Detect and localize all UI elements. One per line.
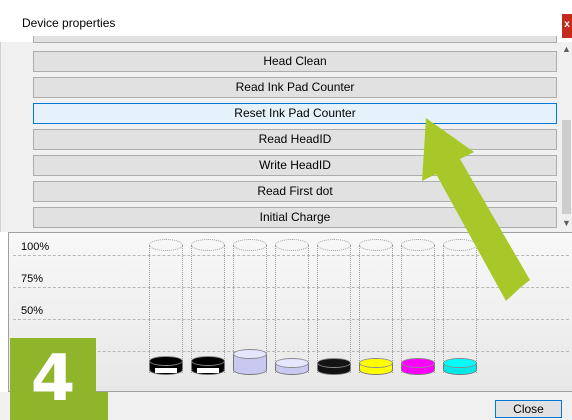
ink-tank	[149, 239, 183, 379]
ink-tank	[191, 239, 225, 379]
read-ink-pad-counter-button[interactable]: Read Ink Pad Counter	[33, 77, 557, 98]
ink-fluid-surface	[443, 358, 477, 368]
command-panel: Head Clean Read Ink Pad Counter Reset In…	[0, 36, 572, 232]
write-headid-button[interactable]: Write HeadID	[33, 155, 557, 176]
reset-ink-pad-counter-button[interactable]: Reset Ink Pad Counter	[33, 103, 557, 124]
ink-tank	[233, 239, 267, 379]
step-badge-tab	[96, 392, 108, 420]
ink-tank	[401, 239, 435, 379]
ink-fluid-surface	[191, 356, 225, 366]
window-title: Device properties	[22, 16, 116, 30]
ink-fluid-surface	[317, 358, 351, 368]
command-button-partial[interactable]	[33, 36, 557, 43]
ink-tank-body	[401, 245, 435, 373]
ink-tank	[275, 239, 309, 379]
read-headid-button[interactable]: Read HeadID	[33, 129, 557, 150]
read-first-dot-button[interactable]: Read First dot	[33, 181, 557, 202]
ink-fluid-surface	[359, 358, 393, 368]
scrollbar-thumb[interactable]	[562, 120, 571, 214]
step-number-badge: 4	[10, 338, 96, 420]
ink-axis-label-75: 75%	[21, 273, 44, 285]
ink-tank-body	[149, 245, 183, 373]
ink-fluid-surface	[149, 356, 183, 366]
ink-fluid-surface	[233, 349, 267, 359]
vertical-scrollbar[interactable]: ▲ ▼	[561, 42, 572, 232]
ink-tank-body	[443, 245, 477, 373]
ink-axis-label-50: 50%	[21, 305, 44, 317]
close-button[interactable]: Close	[495, 400, 562, 418]
head-clean-button[interactable]: Head Clean	[33, 51, 557, 72]
initial-charge-button[interactable]: Initial Charge	[33, 207, 557, 228]
ink-tank-label-band	[155, 368, 177, 373]
ink-tank-body	[317, 245, 351, 373]
window-close-button[interactable]: x	[562, 14, 572, 38]
ink-fluid-surface	[275, 358, 309, 368]
ink-tank	[443, 239, 477, 379]
ink-fluid-surface	[401, 358, 435, 368]
scroll-down-arrow-icon[interactable]: ▼	[561, 216, 572, 230]
ink-tank	[359, 239, 393, 379]
ink-tank-label-band	[197, 368, 219, 373]
ink-tank-body	[191, 245, 225, 373]
ink-tank-body	[275, 245, 309, 373]
ink-axis-label-100: 100%	[21, 241, 50, 253]
ink-tank-body	[359, 245, 393, 373]
scroll-up-arrow-icon[interactable]: ▲	[561, 42, 572, 56]
ink-tank	[317, 239, 351, 379]
